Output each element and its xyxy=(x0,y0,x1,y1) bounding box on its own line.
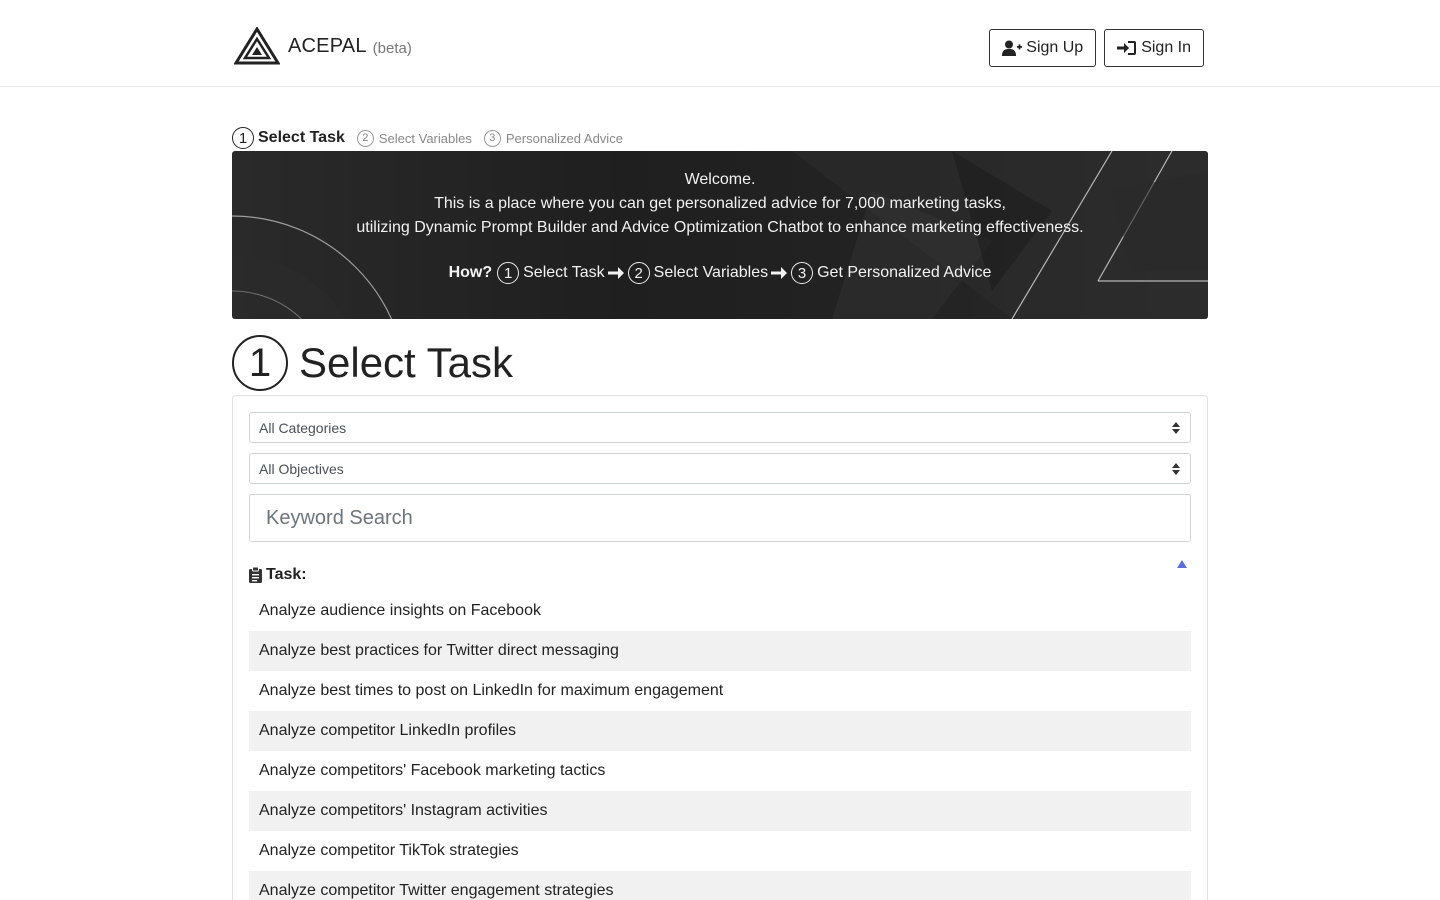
banner-description-2: utilizing Dynamic Prompt Builder and Adv… xyxy=(356,219,1084,236)
brand[interactable]: ACEPAL (beta) xyxy=(234,27,412,65)
auth-buttons: Sign Up Sign In xyxy=(989,29,1204,67)
sign-up-label: Sign Up xyxy=(1026,39,1084,56)
welcome-banner: Welcome. This is a place where you can g… xyxy=(232,151,1208,319)
sign-in-button[interactable]: Sign In xyxy=(1104,29,1204,67)
sign-in-label: Sign In xyxy=(1141,39,1191,56)
task-item[interactable]: Analyze competitor TikTok strategies xyxy=(249,831,1191,871)
task-selection-card: All Categories All Objectives Task: Anal… xyxy=(232,395,1208,900)
sign-in-icon xyxy=(1117,41,1137,55)
select-caret-icon xyxy=(1172,463,1180,475)
brand-beta-tag: (beta) xyxy=(372,39,412,57)
step-number: 1 xyxy=(232,127,254,149)
section-step-number: 1 xyxy=(232,335,288,391)
arrow-right-icon xyxy=(607,267,624,279)
how-step-number: 3 xyxy=(791,262,814,284)
step-label: Select Variables xyxy=(378,130,472,146)
sign-up-button[interactable]: Sign Up xyxy=(989,29,1097,67)
step-number: 2 xyxy=(356,129,374,147)
how-label: How? xyxy=(448,264,493,281)
objective-select[interactable]: All Objectives xyxy=(249,453,1191,484)
step-select-variables[interactable]: 2 Select Variables xyxy=(356,129,472,147)
banner-how-steps: How? 1 Select Task 2 Select Variables 3 … xyxy=(232,262,1208,284)
step-indicator: 1 Select Task 2 Select Variables 3 Perso… xyxy=(232,127,635,149)
clipboard-icon xyxy=(249,567,262,583)
category-select-value: All Categories xyxy=(259,419,347,436)
step-label: Personalized Advice xyxy=(505,130,623,146)
step-personalized-advice[interactable]: 3 Personalized Advice xyxy=(483,129,623,147)
step-select-task[interactable]: 1 Select Task xyxy=(232,127,345,149)
how-step-label: Get Personalized Advice xyxy=(817,264,992,281)
brand-name: ACEPAL xyxy=(288,34,367,57)
how-step-label: Select Task xyxy=(523,264,605,281)
select-caret-icon xyxy=(1172,422,1180,434)
task-list-header: Task: xyxy=(249,558,1191,592)
task-item[interactable]: Analyze best practices for Twitter direc… xyxy=(249,631,1191,671)
task-item[interactable]: Analyze competitors' Facebook marketing … xyxy=(249,751,1191,791)
user-plus-icon xyxy=(1002,40,1023,56)
collapse-triangle-icon[interactable] xyxy=(1177,560,1187,568)
how-step-number: 1 xyxy=(497,262,520,284)
banner-text: Welcome. This is a place where you can g… xyxy=(232,168,1208,240)
objective-select-value: All Objectives xyxy=(259,460,344,477)
banner-welcome: Welcome. xyxy=(684,171,756,188)
task-item[interactable]: Analyze competitor Twitter engagement st… xyxy=(249,871,1191,900)
page-title: Select Task xyxy=(299,339,513,386)
task-item[interactable]: Analyze competitor LinkedIn profiles xyxy=(249,711,1191,751)
task-item[interactable]: Analyze audience insights on Facebook xyxy=(249,591,1191,631)
banner-description-1: This is a place where you can get person… xyxy=(434,195,1006,212)
how-step-label: Select Variables xyxy=(653,264,769,281)
top-navbar: ACEPAL (beta) Sign Up Sign In xyxy=(0,0,1440,87)
triangle-logo-icon xyxy=(234,27,280,65)
step-label: Select Task xyxy=(258,129,345,146)
section-title: 1 Select Task xyxy=(232,335,513,391)
keyword-search-input[interactable] xyxy=(249,494,1191,542)
category-select[interactable]: All Categories xyxy=(249,412,1191,443)
task-label: Task: xyxy=(266,566,307,583)
task-list: Analyze audience insights on Facebook An… xyxy=(249,591,1191,900)
arrow-right-icon xyxy=(771,267,788,279)
step-number: 3 xyxy=(483,129,501,147)
task-item[interactable]: Analyze best times to post on LinkedIn f… xyxy=(249,671,1191,711)
how-step-number: 2 xyxy=(627,262,650,284)
task-item[interactable]: Analyze competitors' Instagram activitie… xyxy=(249,791,1191,831)
